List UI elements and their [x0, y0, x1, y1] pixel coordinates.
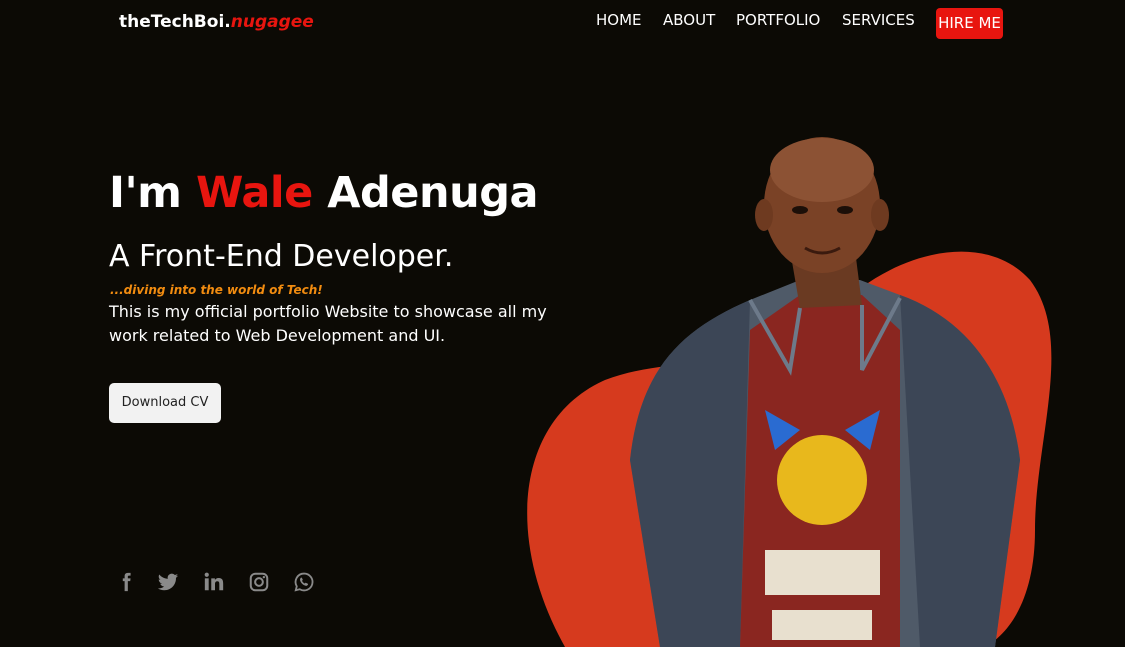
whatsapp-icon[interactable] [291, 569, 317, 595]
hero-description: This is my official portfolio Website to… [109, 302, 547, 345]
twitter-icon[interactable] [155, 569, 181, 595]
nav-services[interactable]: SERVICES [842, 11, 915, 29]
linkedin-icon[interactable] [201, 569, 227, 595]
instagram-icon[interactable] [246, 569, 272, 595]
brand-name: theTechBoi. [119, 12, 231, 32]
nav-about[interactable]: ABOUT [663, 11, 715, 29]
hero-first-name: Wale [195, 168, 313, 218]
nav-portfolio[interactable]: PORTFOLIO [736, 11, 820, 29]
hero-title: I'm Wale Adenuga [109, 168, 539, 218]
hire-me-button[interactable]: HIRE ME [936, 8, 1003, 39]
navbar: theTechBoi.nugagee HOME ABOUT PORTFOLIO … [0, 0, 1125, 48]
hero-tagline: ...diving into the world of Tech! [110, 283, 323, 297]
brand-accent: nugagee [230, 12, 314, 32]
brand-logo[interactable]: theTechBoi.nugagee [119, 12, 314, 32]
hero-subtitle: A Front-End Developer. [109, 239, 454, 274]
hero-title-prefix: I'm [109, 168, 196, 218]
hero-last-name: Adenuga [312, 168, 538, 218]
page: theTechBoi.nugagee HOME ABOUT PORTFOLIO … [0, 0, 1125, 647]
facebook-icon[interactable] [113, 569, 139, 595]
nav-home[interactable]: HOME [596, 11, 642, 29]
download-cv-button[interactable]: Download CV [109, 383, 221, 423]
profile-photo [630, 137, 1020, 647]
